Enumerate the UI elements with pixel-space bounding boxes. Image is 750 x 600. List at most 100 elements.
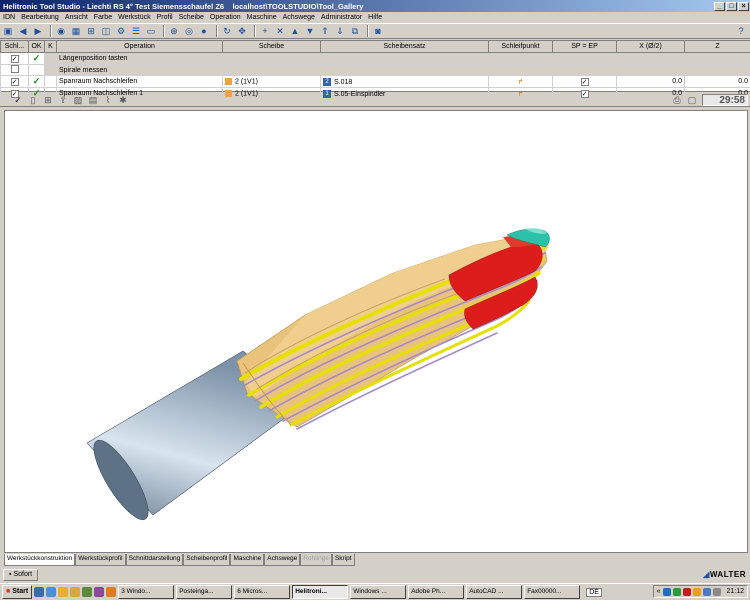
check-icon[interactable]: ✓ (12, 94, 24, 106)
tab-werkstueckkonstruktion[interactable]: Werkstückkonstruktion (4, 554, 76, 566)
new-doc-icon[interactable]: ▯ (27, 94, 39, 106)
table-row[interactable]: Spirale messen (0, 64, 750, 76)
list-icon[interactable]: ▤ (87, 94, 99, 106)
task-adobe-photoshop[interactable]: Adobe Ph... (408, 585, 465, 599)
menu-profil[interactable]: Profil (154, 14, 176, 21)
measure-icon[interactable]: ⊞ (85, 25, 97, 37)
move-up-icon[interactable]: ⇑ (319, 25, 331, 37)
menu-ansicht[interactable]: Ansicht (62, 14, 91, 21)
tab-werkstueckprofil[interactable]: Werkstückprofil (75, 554, 126, 566)
ql-desktop-icon[interactable] (34, 587, 45, 597)
row-checkbox[interactable] (10, 65, 19, 73)
tool-model[interactable] (5, 111, 747, 552)
col-k[interactable]: K (44, 40, 57, 53)
col-schleifpunkt[interactable]: Schleifpunkt (488, 40, 553, 53)
print-icon[interactable]: ⎙ (671, 94, 683, 106)
add-icon[interactable]: + (259, 25, 271, 37)
lock-icon[interactable]: ▢ (686, 94, 698, 106)
save-icon[interactable]: ▭ (145, 25, 157, 37)
col-sp-ep[interactable]: SP = EP (552, 40, 617, 53)
down-icon[interactable]: ▼ (304, 25, 316, 37)
rotate-icon[interactable]: ↻ (221, 25, 233, 37)
tray-expand-icon[interactable]: « (657, 588, 661, 595)
tab-rohlinge[interactable]: Rohlinge (300, 554, 332, 566)
menu-operation[interactable]: Operation (207, 14, 244, 21)
col-scheibe[interactable]: Scheibe (222, 40, 321, 53)
ql-firefox-icon[interactable] (106, 587, 117, 597)
grid-icon[interactable]: ▦ (70, 25, 82, 37)
grind-point-icon[interactable]: ↱ (518, 79, 524, 86)
profile-icon[interactable]: ◫ (100, 25, 112, 37)
settings-icon[interactable]: ⚙ (115, 25, 127, 37)
tray-app-icon[interactable] (713, 587, 722, 596)
menu-werkstueck[interactable]: Werkstück (115, 14, 154, 21)
col-ok[interactable]: OK (28, 40, 45, 53)
tab-scheibenprofil[interactable]: Scheibenprofil (183, 554, 231, 566)
table-row[interactable]: ✓ ✓ Längenposition tasten (0, 52, 750, 65)
ql-media-icon[interactable] (82, 587, 93, 597)
up-icon[interactable]: ▲ (289, 25, 301, 37)
row-checkbox[interactable]: ✓ (10, 54, 19, 63)
sp-ep-checkbox[interactable]: ✓ (580, 77, 589, 86)
task-windows[interactable]: Windows ... (350, 585, 407, 599)
menu-bearbeitung[interactable]: Bearbeitung (18, 14, 62, 21)
3d-viewport[interactable] (4, 110, 748, 553)
open-icon[interactable]: ▣ (2, 25, 14, 37)
disc-icon[interactable]: ● (198, 25, 210, 37)
chart-icon[interactable]: ⌇ (102, 94, 114, 106)
menu-hilfe[interactable]: Hilfe (365, 14, 385, 21)
delete-icon[interactable]: ✕ (274, 25, 286, 37)
tab-schnittdarstellung[interactable]: Schnittdarstellung (125, 554, 184, 566)
ql-app-icon[interactable] (94, 587, 105, 597)
tray-network-icon[interactable] (673, 587, 682, 596)
play-icon[interactable]: ▶ (32, 25, 44, 37)
menu-maschine[interactable]: Maschine (244, 14, 280, 21)
tray-update-icon[interactable] (693, 587, 702, 596)
task-posteingang[interactable]: Posteinga... (176, 585, 233, 599)
menu-farbe[interactable]: Farbe (91, 14, 115, 21)
task-autocad[interactable]: AutoCAD ... (466, 585, 523, 599)
menu-scheibe[interactable]: Scheibe (176, 14, 207, 21)
menu-administrator[interactable]: Administrator (318, 14, 365, 21)
col-x[interactable]: X (Ø/2) (616, 40, 685, 53)
back-icon[interactable]: ◀ (17, 25, 29, 37)
tab-skript[interactable]: Skript (331, 554, 355, 566)
wheel-edit-icon[interactable]: ⊞ (42, 94, 54, 106)
close-button[interactable]: × (738, 1, 749, 11)
wheel-icon[interactable]: ◉ (55, 25, 67, 37)
snowflake-icon[interactable]: ✱ (117, 94, 129, 106)
table-row[interactable]: ✓ ✓ Spanraum Nachschleifen 2 (1V1) 2 S.01… (0, 75, 750, 88)
task-windows-explorer[interactable]: 3 Windo... (118, 585, 175, 599)
tray-antivirus-icon[interactable] (683, 587, 692, 596)
tray-volume-icon[interactable] (663, 587, 672, 596)
copy-icon[interactable]: ⧉ (349, 25, 361, 37)
tray-sync-icon[interactable] (703, 587, 712, 596)
color-wheel-icon[interactable]: ◎ (183, 25, 195, 37)
export-icon[interactable]: ⇪ (57, 94, 69, 106)
menu-idn[interactable]: IDN (0, 14, 18, 21)
image-icon[interactable]: ▨ (72, 94, 84, 106)
camera-icon[interactable]: ◙ (372, 25, 384, 37)
layers-icon[interactable]: ☰ (130, 25, 142, 37)
minimize-button[interactable]: _ (714, 1, 725, 11)
menu-achswege[interactable]: Achswege (280, 14, 318, 21)
help-icon[interactable]: ? (735, 25, 747, 37)
col-schleifen[interactable]: Schl... (0, 40, 29, 53)
task-fax[interactable]: Fax00000... (524, 585, 581, 599)
ql-ie-icon[interactable] (46, 587, 57, 597)
tab-achswege[interactable]: Achswege (264, 554, 301, 566)
sofort-button[interactable]: ▪ Sofort (3, 568, 39, 581)
language-indicator[interactable]: DE (586, 587, 602, 597)
tab-maschine[interactable]: Maschine (230, 554, 265, 566)
move-icon[interactable]: ✥ (236, 25, 248, 37)
row-checkbox[interactable]: ✓ (10, 77, 19, 86)
col-scheibensatz[interactable]: Scheibensatz (320, 40, 489, 53)
start-button[interactable]: ■ Start (2, 585, 33, 599)
task-microsoft[interactable]: 6 Micros... (234, 585, 291, 599)
move-down-icon[interactable]: ⇓ (334, 25, 346, 37)
ql-outlook-icon[interactable] (58, 587, 69, 597)
maximize-button[interactable]: □ (726, 1, 737, 11)
zoom-icon[interactable]: ⊕ (168, 25, 180, 37)
col-operation[interactable]: Operation (56, 40, 223, 53)
task-helitronic[interactable]: Helitroni... (292, 585, 349, 599)
